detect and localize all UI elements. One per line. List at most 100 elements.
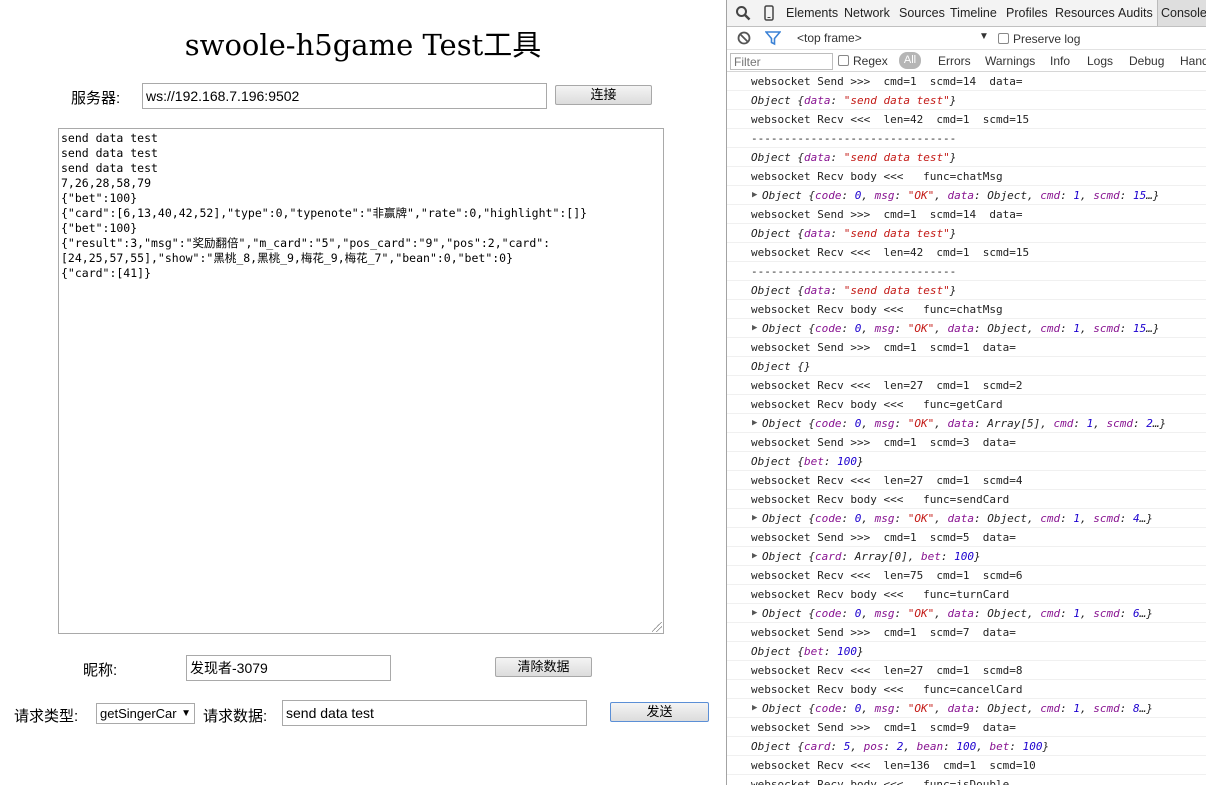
console-line: websocket Recv body <<< func=chatMsg	[727, 167, 1206, 186]
frame-select[interactable]: <top frame>	[797, 31, 862, 45]
console-toolbar: <top frame> ▼ Preserve log	[727, 27, 1206, 50]
resize-grip-icon[interactable]	[652, 622, 662, 632]
search-icon[interactable]	[735, 5, 751, 21]
console-line-text: websocket Recv <<< len=42 cmd=1 scmd=15	[751, 246, 1030, 259]
regex-checkbox[interactable]	[838, 55, 849, 66]
request-data-input[interactable]	[282, 700, 587, 726]
console-line-text: -------------------------------	[751, 265, 957, 278]
tab-elements[interactable]: Elements	[786, 0, 838, 26]
console-line-text: websocket Send >>> cmd=1 scmd=14 data=	[751, 208, 1023, 221]
console-line[interactable]: ▶ Object {card: Array[0], bet: 100}	[727, 547, 1206, 566]
console-line-text: websocket Send >>> cmd=1 scmd=3 data=	[751, 436, 1016, 449]
console-line-text: websocket Recv <<< len=42 cmd=1 scmd=15	[751, 113, 1030, 126]
console-line: websocket Send >>> cmd=1 scmd=1 data=	[727, 338, 1206, 357]
expand-triangle-icon[interactable]: ▶	[752, 604, 757, 622]
device-mode-icon[interactable]	[761, 5, 777, 21]
console-line-text: websocket Recv body <<< func=cancelCard	[751, 683, 1023, 696]
preserve-log-label: Preserve log	[1013, 32, 1081, 46]
console-line: websocket Recv <<< len=75 cmd=1 scmd=6	[727, 566, 1206, 585]
level-debug[interactable]: Debug	[1129, 54, 1164, 68]
level-all-button[interactable]: All	[899, 52, 921, 69]
expand-triangle-icon[interactable]: ▶	[752, 186, 757, 204]
preserve-log-checkbox[interactable]	[998, 33, 1009, 44]
expand-triangle-icon[interactable]: ▶	[752, 547, 757, 565]
console-line: websocket Recv body <<< func=cancelCard	[727, 680, 1206, 699]
console-line-text: Object {data: "send data test"}	[751, 94, 957, 107]
console-line: Object {}	[727, 357, 1206, 376]
console-line: websocket Recv <<< len=136 cmd=1 scmd=10	[727, 756, 1206, 775]
console-line-text: -------------------------------	[751, 132, 957, 145]
level-handled[interactable]: Handled	[1180, 54, 1206, 68]
console-line-text: Object {code: 0, msg: "OK", data: Object…	[762, 607, 1153, 620]
clear-data-button[interactable]: 清除数据	[495, 657, 592, 677]
console-line: websocket Recv <<< len=42 cmd=1 scmd=15	[727, 110, 1206, 129]
console-line[interactable]: ▶ Object {code: 0, msg: "OK", data: Array…	[727, 414, 1206, 433]
console-line-text: websocket Recv <<< len=75 cmd=1 scmd=6	[751, 569, 1023, 582]
tab-network[interactable]: Network	[844, 0, 890, 26]
console-filter-input[interactable]	[730, 53, 833, 70]
console-line[interactable]: ▶ Object {code: 0, msg: "OK", data: Objec…	[727, 699, 1206, 718]
frame-dropdown-icon[interactable]: ▼	[979, 31, 989, 42]
console-line-text: websocket Send >>> cmd=1 scmd=7 data=	[751, 626, 1016, 639]
request-type-label: 请求类型:	[14, 708, 79, 725]
console-line-text: websocket Send >>> cmd=1 scmd=5 data=	[751, 531, 1016, 544]
console-line: websocket Recv body <<< func=isDouble	[727, 775, 1206, 785]
console-line[interactable]: ▶ Object {code: 0, msg: "OK", data: Objec…	[727, 186, 1206, 205]
console-line-text: websocket Send >>> cmd=1 scmd=9 data=	[751, 721, 1016, 734]
level-errors[interactable]: Errors	[938, 54, 971, 68]
console-line: -------------------------------	[727, 129, 1206, 148]
level-info[interactable]: Info	[1050, 54, 1070, 68]
console-line-text: websocket Recv <<< len=27 cmd=1 scmd=8	[751, 664, 1023, 677]
expand-triangle-icon[interactable]: ▶	[752, 699, 757, 717]
console-line[interactable]: ▶ Object {code: 0, msg: "OK", data: Objec…	[727, 319, 1206, 338]
console-line: websocket Send >>> cmd=1 scmd=3 data=	[727, 433, 1206, 452]
tab-console[interactable]: Console	[1157, 0, 1206, 26]
console-line: websocket Send >>> cmd=1 scmd=5 data=	[727, 528, 1206, 547]
connect-button[interactable]: 连接	[555, 85, 652, 105]
tab-timeline[interactable]: Timeline	[950, 0, 997, 26]
devtools-tabbar: Elements Network Sources Timeline Profil…	[727, 0, 1206, 27]
console-line: websocket Send >>> cmd=1 scmd=14 data=	[727, 205, 1206, 224]
server-label: 服务器:	[71, 90, 121, 107]
console-line-text: websocket Recv body <<< func=getCard	[751, 398, 1003, 411]
console-line: websocket Recv <<< len=27 cmd=1 scmd=4	[727, 471, 1206, 490]
level-logs[interactable]: Logs	[1087, 54, 1113, 68]
console-line: Object {data: "send data test"}	[727, 224, 1206, 243]
console-line: Object {card: 5, pos: 2, bean: 100, bet:…	[727, 737, 1206, 756]
tab-resources[interactable]: Resources	[1055, 0, 1115, 26]
request-type-select[interactable]: getSingerCar ▼	[96, 703, 195, 724]
filter-icon[interactable]	[765, 30, 781, 46]
tab-profiles[interactable]: Profiles	[1006, 0, 1048, 26]
console-line[interactable]: ▶ Object {code: 0, msg: "OK", data: Objec…	[727, 604, 1206, 623]
expand-triangle-icon[interactable]: ▶	[752, 319, 757, 337]
console-line: websocket Recv body <<< func=chatMsg	[727, 300, 1206, 319]
expand-triangle-icon[interactable]: ▶	[752, 414, 757, 432]
console-line-text: Object {data: "send data test"}	[751, 151, 957, 164]
level-warnings[interactable]: Warnings	[985, 54, 1035, 68]
console-line-text: Object {}	[751, 360, 811, 373]
console-line: Object {bet: 100}	[727, 452, 1206, 471]
tab-sources[interactable]: Sources	[899, 0, 945, 26]
console-line-text: Object {code: 0, msg: "OK", data: Object…	[762, 512, 1153, 525]
console-line-text: websocket Recv body <<< func=isDouble	[751, 778, 1010, 785]
console-line-text: Object {bet: 100}	[751, 645, 864, 658]
clear-console-icon[interactable]	[736, 30, 752, 46]
nickname-input[interactable]	[186, 655, 391, 681]
console-line[interactable]: ▶ Object {code: 0, msg: "OK", data: Objec…	[727, 509, 1206, 528]
expand-triangle-icon[interactable]: ▶	[752, 509, 757, 527]
console-line: websocket Recv <<< len=42 cmd=1 scmd=15	[727, 243, 1206, 262]
console-filterbar: Regex All Errors Warnings Info Logs Debu…	[727, 50, 1206, 72]
nickname-label: 昵称:	[83, 662, 118, 679]
tab-audits[interactable]: Audits	[1118, 0, 1153, 26]
console-line: Object {data: "send data test"}	[727, 148, 1206, 167]
console-line-text: websocket Recv body <<< func=sendCard	[751, 493, 1010, 506]
console-messages[interactable]: websocket Send >>> cmd=1 scmd=14 data= Ob…	[727, 72, 1206, 785]
console-line-text: Object {bet: 100}	[751, 455, 864, 468]
console-line: websocket Send >>> cmd=1 scmd=14 data=	[727, 72, 1206, 91]
message-output-textarea[interactable]: send data test send data test send data …	[58, 128, 664, 634]
send-button[interactable]: 发送	[610, 702, 709, 722]
page-title: swoole-h5game Test工具	[184, 28, 542, 62]
request-data-label: 请求数据:	[203, 708, 268, 725]
test-page: swoole-h5game Test工具 服务器: 连接 send data t…	[0, 0, 726, 785]
server-url-input[interactable]	[142, 83, 547, 109]
